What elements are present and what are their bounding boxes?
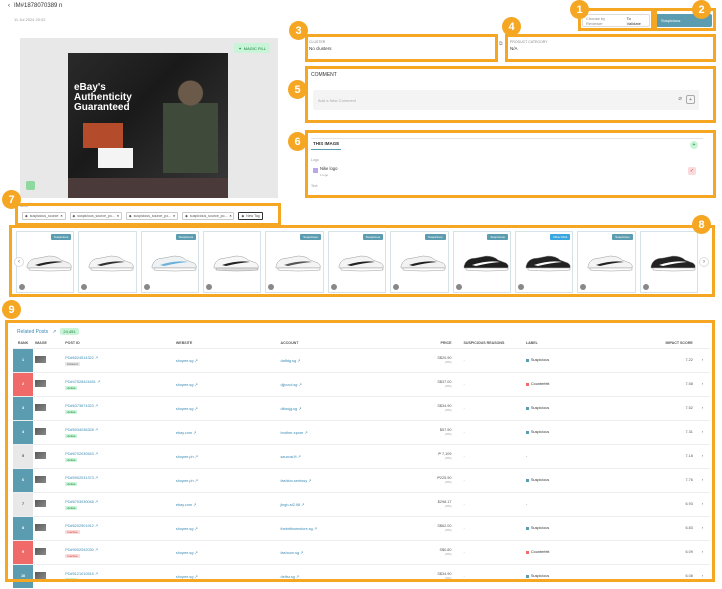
- ad-image-person: [163, 73, 218, 173]
- page-date: 11 Jul 2024 20:02: [14, 17, 46, 22]
- annotation-box-9: [5, 320, 715, 582]
- annotation-box-4: [505, 34, 716, 62]
- image-tool-icon[interactable]: [26, 181, 35, 190]
- annotation-box-6: [305, 130, 716, 198]
- copy-icon[interactable]: ⧉: [499, 41, 503, 47]
- annotation-badge-6: 6: [288, 132, 307, 151]
- magic-fill-button[interactable]: ✦ MAGIC FILL: [234, 43, 270, 53]
- annotation-box-8: [9, 225, 715, 297]
- annotation-badge-2: 2: [692, 0, 711, 19]
- annotation-box-1: [578, 8, 654, 31]
- image-panel: eBay's Authenticity Guaranteed ✦ MAGIC F…: [20, 38, 278, 198]
- annotation-box-5: [305, 66, 716, 123]
- annotation-badge-4: 4: [502, 17, 521, 36]
- annotation-badge-1: 1: [570, 0, 589, 19]
- annotation-badge-9: 9: [2, 300, 21, 319]
- ad-image-red-box: [83, 123, 123, 148]
- annotation-box-7: [15, 203, 281, 226]
- ad-image-text: eBay's Authenticity Guaranteed: [74, 82, 132, 113]
- ad-image: eBay's Authenticity Guaranteed: [68, 53, 228, 198]
- annotation-badge-3: 3: [289, 21, 308, 40]
- magic-fill-label: MAGIC FILL: [243, 45, 266, 51]
- annotation-badge-7: 7: [2, 190, 21, 209]
- ad-image-floor: [68, 178, 228, 198]
- annotation-box-3: [305, 34, 498, 62]
- header: ‹ IM#1878070389 n: [8, 3, 62, 9]
- annotation-badge-5: 5: [288, 80, 307, 99]
- page-title: IM#1878070389 n: [14, 3, 63, 9]
- arrow-left-icon[interactable]: ‹: [8, 3, 10, 9]
- ad-image-white-box: [98, 148, 133, 168]
- annotation-badge-8: 8: [692, 215, 711, 234]
- sparkle-icon: ✦: [238, 45, 242, 51]
